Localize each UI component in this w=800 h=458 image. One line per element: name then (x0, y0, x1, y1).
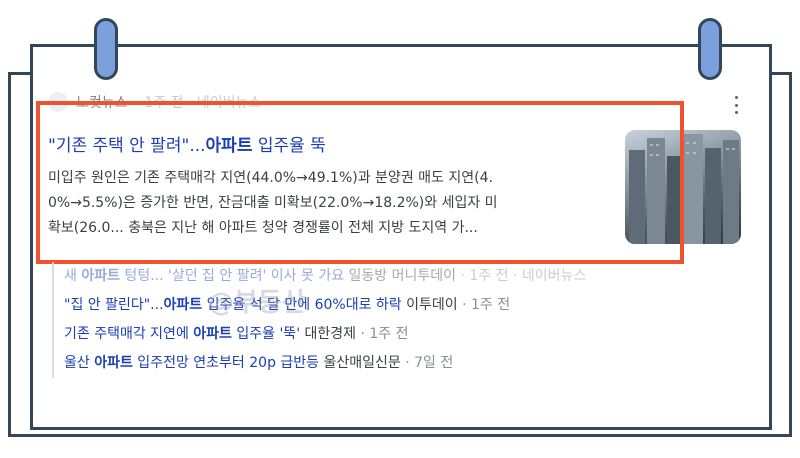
related-keyword: 아파트 (193, 326, 232, 342)
related-publisher: 울산매일신문 (319, 355, 401, 371)
related-keyword: 아파트 (94, 355, 133, 371)
more-vert-icon[interactable] (733, 96, 739, 114)
related-publisher: 이투데이 (401, 297, 458, 313)
related-keyword: 아파트 (81, 268, 120, 284)
related-title: 새 (64, 268, 82, 284)
related-time: · 1주 전 (457, 297, 511, 313)
related-article[interactable]: "집 안 팔린다"...아파트 입주율 석 달 만에 60%대로 하락 이투데이… (64, 291, 744, 320)
watermark: @부동산 (208, 288, 306, 318)
highlight-box (36, 101, 684, 264)
related-time: · 1주 전 · 네이버뉴스 (456, 268, 587, 284)
binder-clip-right-icon (698, 18, 722, 80)
related-title: 기존 주택매각 지연에 (64, 326, 194, 342)
related-publisher: 대한경제 (300, 326, 357, 342)
related-title-end: 입주율 '뚝' (231, 326, 301, 342)
related-title-end: 입주전망 연초부터 20p 급반등 (132, 355, 320, 371)
related-keyword: 아파트 (163, 297, 203, 313)
related-title: 울산 (64, 355, 95, 371)
binder-clip-left-icon (94, 18, 118, 80)
related-article[interactable]: 울산 아파트 입주전망 연초부터 20p 급반등 울산매일신문 · 7일 전 (64, 349, 744, 378)
related-publisher: 일동방 머니투데이 (344, 268, 457, 284)
related-article[interactable]: 기존 주택매각 지연에 아파트 입주율 '뚝' 대한경제 · 1주 전 (64, 320, 744, 349)
related-time: · 1주 전 (356, 326, 409, 342)
related-time: · 7일 전 (400, 355, 454, 371)
related-articles-list: 새 아파트 텅텅... '살던 집 안 팔려' 이사 못 가요 일동방 머니투데… (52, 262, 744, 378)
related-article[interactable]: 새 아파트 텅텅... '살던 집 안 팔려' 이사 못 가요 일동방 머니투데… (64, 262, 744, 291)
related-title: "집 안 팔린다"... (64, 297, 164, 313)
